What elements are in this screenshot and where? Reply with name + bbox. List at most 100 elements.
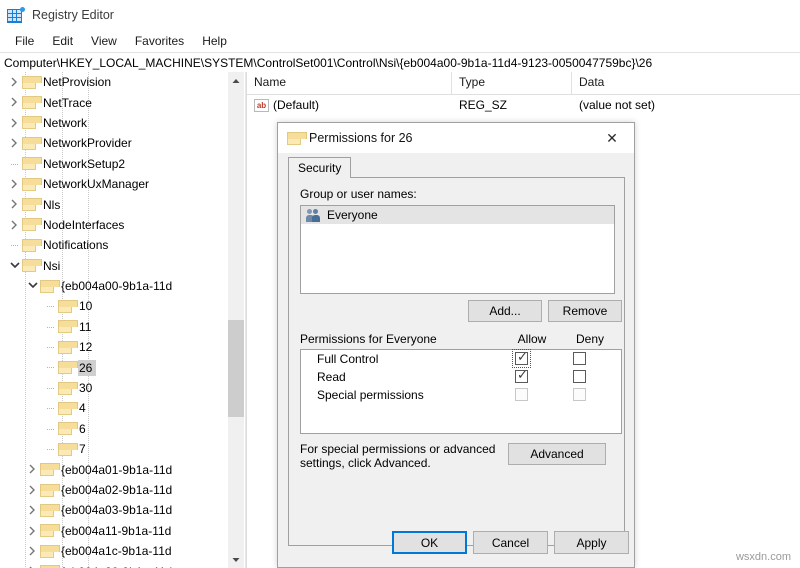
permissions-grid[interactable]: Full Control ✓ Read ✓ Special permissions (300, 349, 622, 434)
tab-security[interactable]: Security (288, 157, 352, 178)
chevron-right-icon[interactable] (25, 561, 40, 568)
tree-item-label: 10 (79, 299, 93, 314)
tree-item-label: 12 (79, 340, 93, 355)
tree-item-eb004a119b1a11d[interactable]: {eb004a11-9b1a-11d (0, 521, 228, 541)
menu-file[interactable]: File (6, 32, 43, 50)
chevron-right-icon[interactable] (25, 480, 40, 500)
deny-checkbox[interactable] (573, 370, 586, 383)
watermark: wsxdn.com (735, 551, 791, 563)
deny-checkbox[interactable] (573, 352, 586, 365)
list-item[interactable]: Everyone (301, 206, 614, 224)
folder-icon (58, 299, 78, 313)
tree-scrollbar[interactable] (228, 72, 244, 568)
menu-edit[interactable]: Edit (43, 32, 82, 50)
tree-item-6[interactable]: 6 (0, 419, 228, 439)
tree-item-label: NetworkUxManager (43, 177, 150, 192)
allow-checkbox[interactable] (515, 388, 528, 401)
tree-item-label: 11 (79, 319, 92, 334)
folder-icon (40, 463, 60, 477)
chevron-right-icon[interactable] (7, 72, 22, 92)
scroll-down-icon[interactable] (228, 551, 244, 568)
tree-item-eb004a019b1a11d[interactable]: {eb004a01-9b1a-11d (0, 459, 228, 479)
tree-item-eb004a009b1a11d[interactable]: {eb004a00-9b1a-11d (0, 276, 228, 296)
tree-item-nls[interactable]: Nls (0, 194, 228, 214)
chevron-right-icon[interactable] (7, 113, 22, 133)
ok-button[interactable]: OK (392, 531, 467, 554)
tree-item-eb004a029b1a11d[interactable]: {eb004a02-9b1a-11d (0, 480, 228, 500)
values-list: ab (Default) REG_SZ (value not set) (247, 95, 800, 115)
table-row[interactable]: ab (Default) REG_SZ (value not set) (247, 95, 800, 115)
dialog-button-row: OK Cancel Apply (278, 521, 634, 567)
tree-item-7[interactable]: 7 (0, 439, 228, 459)
tree-item-11[interactable]: 11 (0, 317, 228, 337)
tree-item-eb004a1c9b1a11d[interactable]: {eb004a1c-9b1a-11d (0, 541, 228, 561)
allow-checkbox[interactable]: ✓ (515, 369, 528, 383)
tree-scrollbar-thumb[interactable] (228, 320, 244, 417)
column-header-type[interactable]: Type (452, 72, 572, 94)
tree-item-eb004a039b1a11d[interactable]: {eb004a03-9b1a-11d (0, 500, 228, 520)
chevron-down-icon[interactable] (7, 256, 22, 276)
tree-item-nsi[interactable]: Nsi (0, 256, 228, 276)
add-button[interactable]: Add... (468, 300, 542, 322)
chevron-right-icon[interactable] (25, 459, 40, 479)
tree-item-label: {eb004a02-9b1a-11d (61, 483, 173, 497)
permission-row[interactable]: Special permissions (301, 386, 621, 404)
tree-item-label: Nsi (43, 258, 61, 273)
chevron-right-icon[interactable] (7, 133, 22, 153)
folder-icon (58, 361, 78, 375)
menu-help[interactable]: Help (193, 32, 236, 50)
window-titlebar: Registry Editor (0, 0, 800, 30)
column-header-name[interactable]: Name (247, 72, 452, 94)
registry-tree-pane[interactable]: NetProvision NetTrace Network NetworkProvid… (0, 72, 246, 568)
chevron-down-icon[interactable] (25, 276, 40, 296)
permission-row[interactable]: Full Control ✓ (301, 349, 621, 368)
tree-item-netprovision[interactable]: NetProvision (0, 72, 228, 92)
scroll-up-icon[interactable] (228, 72, 244, 89)
tree-item-10[interactable]: 10 (0, 296, 228, 316)
tree-item-eb004a209b1a11d[interactable]: {eb004a20-9b1a-11d (0, 561, 228, 568)
close-icon[interactable]: ✕ (590, 123, 634, 153)
allow-checkbox[interactable]: ✓ (515, 351, 528, 365)
column-header-data[interactable]: Data (572, 72, 800, 94)
tree-item-nodeinterfaces[interactable]: NodeInterfaces (0, 215, 228, 235)
chevron-right-icon[interactable] (7, 215, 22, 235)
folder-icon (22, 238, 42, 252)
group-user-list[interactable]: Everyone (300, 205, 615, 294)
tree-item-networkuxmanager[interactable]: NetworkUxManager (0, 174, 228, 194)
tree-leaf-connector (43, 357, 58, 377)
deny-checkbox[interactable] (573, 388, 586, 401)
chevron-right-icon[interactable] (25, 521, 40, 541)
tree-item-networksetup2[interactable]: NetworkSetup2 (0, 154, 228, 174)
remove-button[interactable]: Remove (548, 300, 622, 322)
menu-favorites[interactable]: Favorites (126, 32, 193, 50)
address-bar[interactable]: Computer\HKEY_LOCAL_MACHINE\SYSTEM\Contr… (0, 52, 800, 73)
tree-item-networkprovider[interactable]: NetworkProvider (0, 133, 228, 153)
advanced-button[interactable]: Advanced (508, 443, 606, 465)
chevron-right-icon[interactable] (7, 92, 22, 112)
apply-button[interactable]: Apply (554, 531, 629, 554)
tree-item-26[interactable]: 26 (0, 357, 228, 377)
folder-icon (22, 96, 42, 110)
tree-item-label: Notifications (43, 238, 109, 253)
tree-item-12[interactable]: 12 (0, 337, 228, 357)
chevron-right-icon[interactable] (7, 194, 22, 214)
chevron-right-icon[interactable] (25, 541, 40, 561)
tree-item-network[interactable]: Network (0, 113, 228, 133)
chevron-right-icon[interactable] (25, 500, 40, 520)
chevron-right-icon[interactable] (7, 174, 22, 194)
registry-editor-icon (7, 6, 25, 24)
cancel-button[interactable]: Cancel (473, 531, 548, 554)
tree-item-4[interactable]: 4 (0, 398, 228, 418)
tree-item-30[interactable]: 30 (0, 378, 228, 398)
tree-item-nettrace[interactable]: NetTrace (0, 92, 228, 112)
dialog-title: Permissions for 26 (309, 131, 413, 145)
permission-row[interactable]: Read ✓ (301, 368, 621, 386)
menu-view[interactable]: View (82, 32, 126, 50)
tree-item-notifications[interactable]: Notifications (0, 235, 228, 255)
group-or-user-names-label: Group or user names: (300, 187, 417, 201)
folder-icon (22, 259, 42, 273)
tree-item-label: 30 (79, 381, 93, 396)
